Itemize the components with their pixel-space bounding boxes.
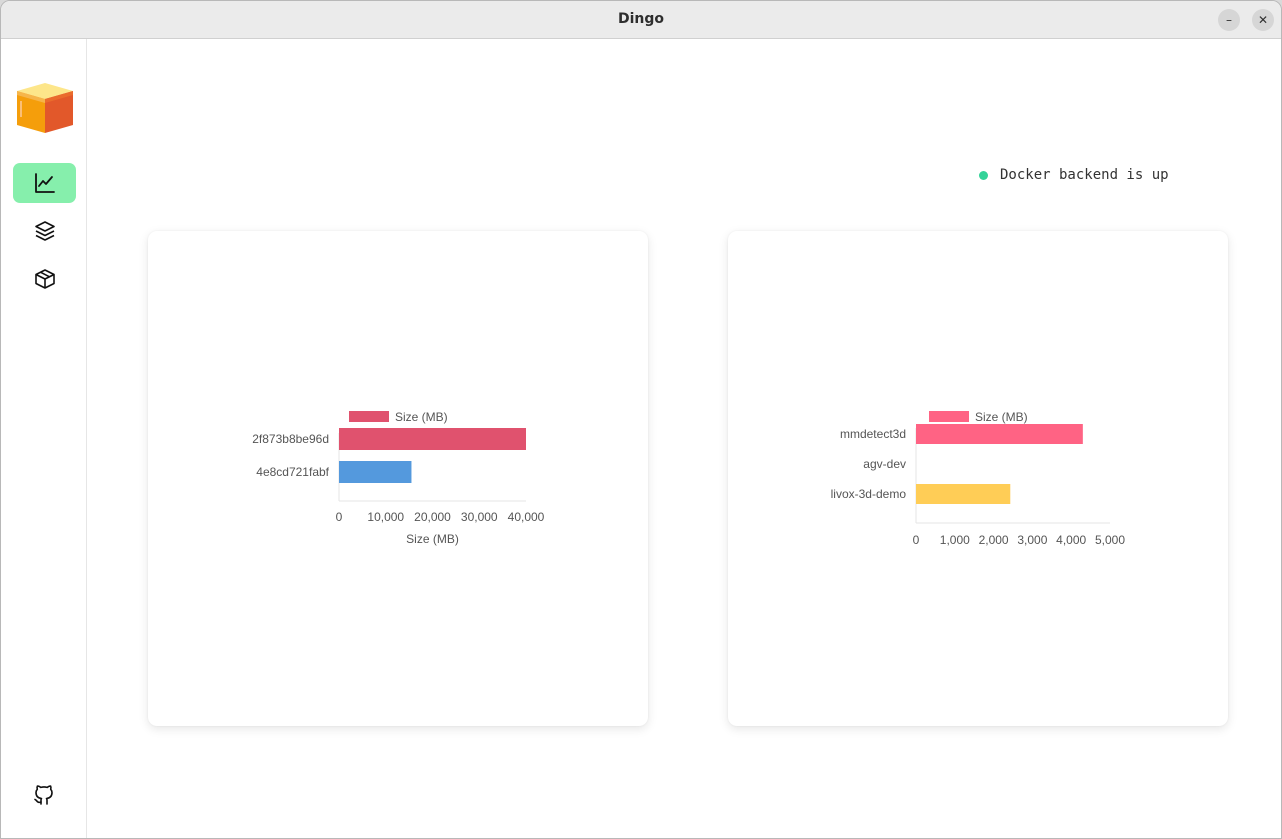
container-size-chart-card: Size (MB) mmdetect3d agv-dev livox-3d-demo 0… — [728, 231, 1228, 726]
legend-swatch — [929, 411, 969, 422]
x-tick-label: 1,000 — [940, 533, 970, 547]
x-tick-label: 2,000 — [979, 533, 1009, 547]
category-label: 4e8cd721fabf — [256, 465, 329, 479]
github-icon[interactable] — [32, 783, 56, 807]
window-title: Dingo — [617, 11, 665, 27]
bar-mmdetect3d — [916, 424, 1083, 444]
app-logo — [17, 83, 73, 133]
x-axis-title: Size (MB) — [406, 532, 459, 546]
box-icon — [34, 269, 55, 289]
container-size-chart: Size (MB) mmdetect3d agv-dev livox-3d-demo 0… — [831, 410, 1126, 547]
category-label: mmdetect3d — [840, 427, 906, 441]
status-indicator-dot — [979, 170, 988, 180]
category-label: livox-3d-demo — [831, 487, 907, 501]
category-label: agv-dev — [863, 457, 906, 471]
title-bar: Dingo – ✕ — [1, 1, 1281, 39]
app-window: Dingo – ✕ Docker backend is up Size (MB)… — [0, 0, 1282, 839]
layers-icon — [34, 221, 55, 241]
dashboard-main: Docker backend is up Size (MB) 2f873b8be9… — [87, 39, 1281, 838]
category-label: 2f873b8be96d — [252, 432, 329, 446]
minimize-button[interactable]: – — [1218, 9, 1240, 31]
sidebar-item-containers[interactable] — [13, 259, 76, 299]
bar-4e8cd721fabf — [339, 461, 412, 483]
x-tick-label: 0 — [336, 510, 343, 524]
x-tick-label: 10,000 — [367, 510, 404, 524]
close-button[interactable]: ✕ — [1252, 9, 1274, 31]
x-tick-label: 40,000 — [508, 510, 545, 524]
backend-status: Docker backend is up — [979, 167, 1169, 183]
bar-2f873b8be96d — [339, 428, 526, 450]
sidebar — [1, 39, 87, 838]
x-tick-label: 20,000 — [414, 510, 451, 524]
image-size-chart-card: Size (MB) 2f873b8be96d 4e8cd721fabf 0 10,000… — [148, 231, 648, 726]
sidebar-item-dashboard[interactable] — [13, 163, 76, 203]
x-tick-label: 0 — [913, 533, 920, 547]
status-text: Docker backend is up — [1000, 167, 1169, 183]
sidebar-item-images[interactable] — [13, 211, 76, 251]
bar-livox-3d-demo — [916, 484, 1011, 504]
x-tick-label: 30,000 — [461, 510, 498, 524]
x-tick-label: 5,000 — [1095, 533, 1125, 547]
x-tick-label: 4,000 — [1056, 533, 1086, 547]
x-tick-label: 3,000 — [1017, 533, 1047, 547]
legend-label: Size (MB) — [975, 410, 1028, 424]
image-size-chart: Size (MB) 2f873b8be96d 4e8cd721fabf 0 10,000… — [252, 410, 545, 546]
legend-label: Size (MB) — [395, 410, 448, 424]
chart-line-icon — [34, 173, 55, 193]
legend-swatch — [349, 411, 389, 422]
